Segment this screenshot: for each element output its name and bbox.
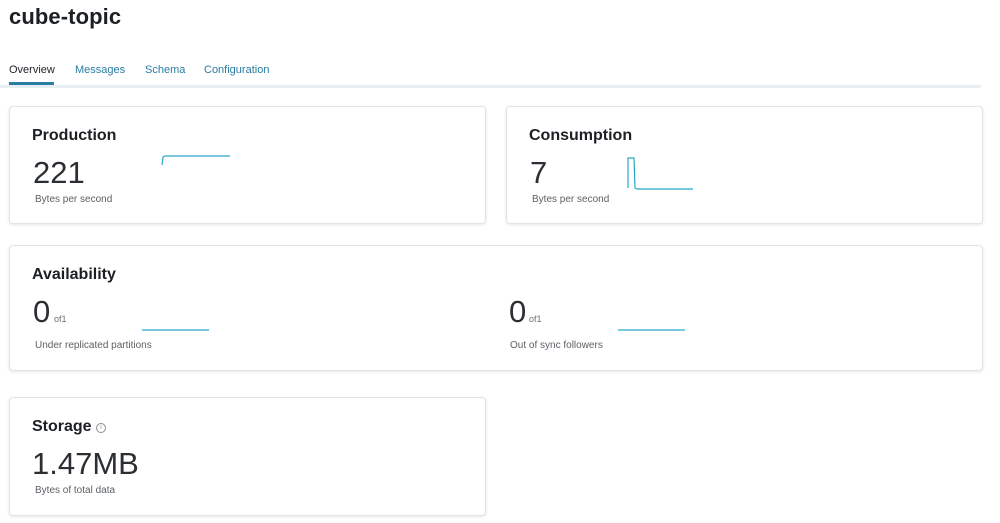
production-card: Production 221 Bytes per second xyxy=(9,106,486,224)
tab-bar: Overview Messages Schema Configuration xyxy=(0,62,981,88)
storage-label: Bytes of total data xyxy=(35,485,116,496)
active-tab-indicator xyxy=(9,82,54,85)
tab-overview[interactable]: Overview xyxy=(9,64,55,76)
tab-messages[interactable]: Messages xyxy=(75,64,125,76)
availability-title: Availability xyxy=(32,266,116,283)
out-of-sync-value: 0 xyxy=(509,294,527,329)
storage-card: Storage i 1.47MB Bytes of total data xyxy=(9,397,486,516)
consumption-value: 7 xyxy=(530,155,548,190)
page-title: cube-topic xyxy=(9,4,122,29)
consumption-card: Consumption 7 Bytes per second xyxy=(506,106,983,224)
production-unit-label: Bytes per second xyxy=(35,194,113,205)
out-of-sync-of: of1 xyxy=(529,314,542,324)
tab-configuration[interactable]: Configuration xyxy=(204,64,269,76)
production-value: 221 xyxy=(33,155,85,190)
info-circle-icon[interactable]: i xyxy=(96,423,106,433)
under-replicated-sparkline xyxy=(142,329,209,331)
under-replicated-value: 0 xyxy=(33,294,51,329)
under-replicated-of: of1 xyxy=(54,314,67,324)
out-of-sync-label: Out of sync followers xyxy=(510,340,603,351)
production-title: Production xyxy=(32,127,117,144)
storage-title: Storage xyxy=(32,418,92,435)
production-sparkline xyxy=(161,155,230,166)
consumption-title: Consumption xyxy=(529,127,633,144)
consumption-unit-label: Bytes per second xyxy=(532,194,610,205)
under-replicated-label: Under replicated partitions xyxy=(35,340,152,351)
out-of-sync-sparkline xyxy=(618,329,685,331)
storage-value: 1.47MB xyxy=(32,446,139,481)
tab-schema[interactable]: Schema xyxy=(145,64,185,76)
availability-card: Availability 0 of1 Under replicated part… xyxy=(9,245,983,371)
consumption-sparkline xyxy=(627,157,693,190)
